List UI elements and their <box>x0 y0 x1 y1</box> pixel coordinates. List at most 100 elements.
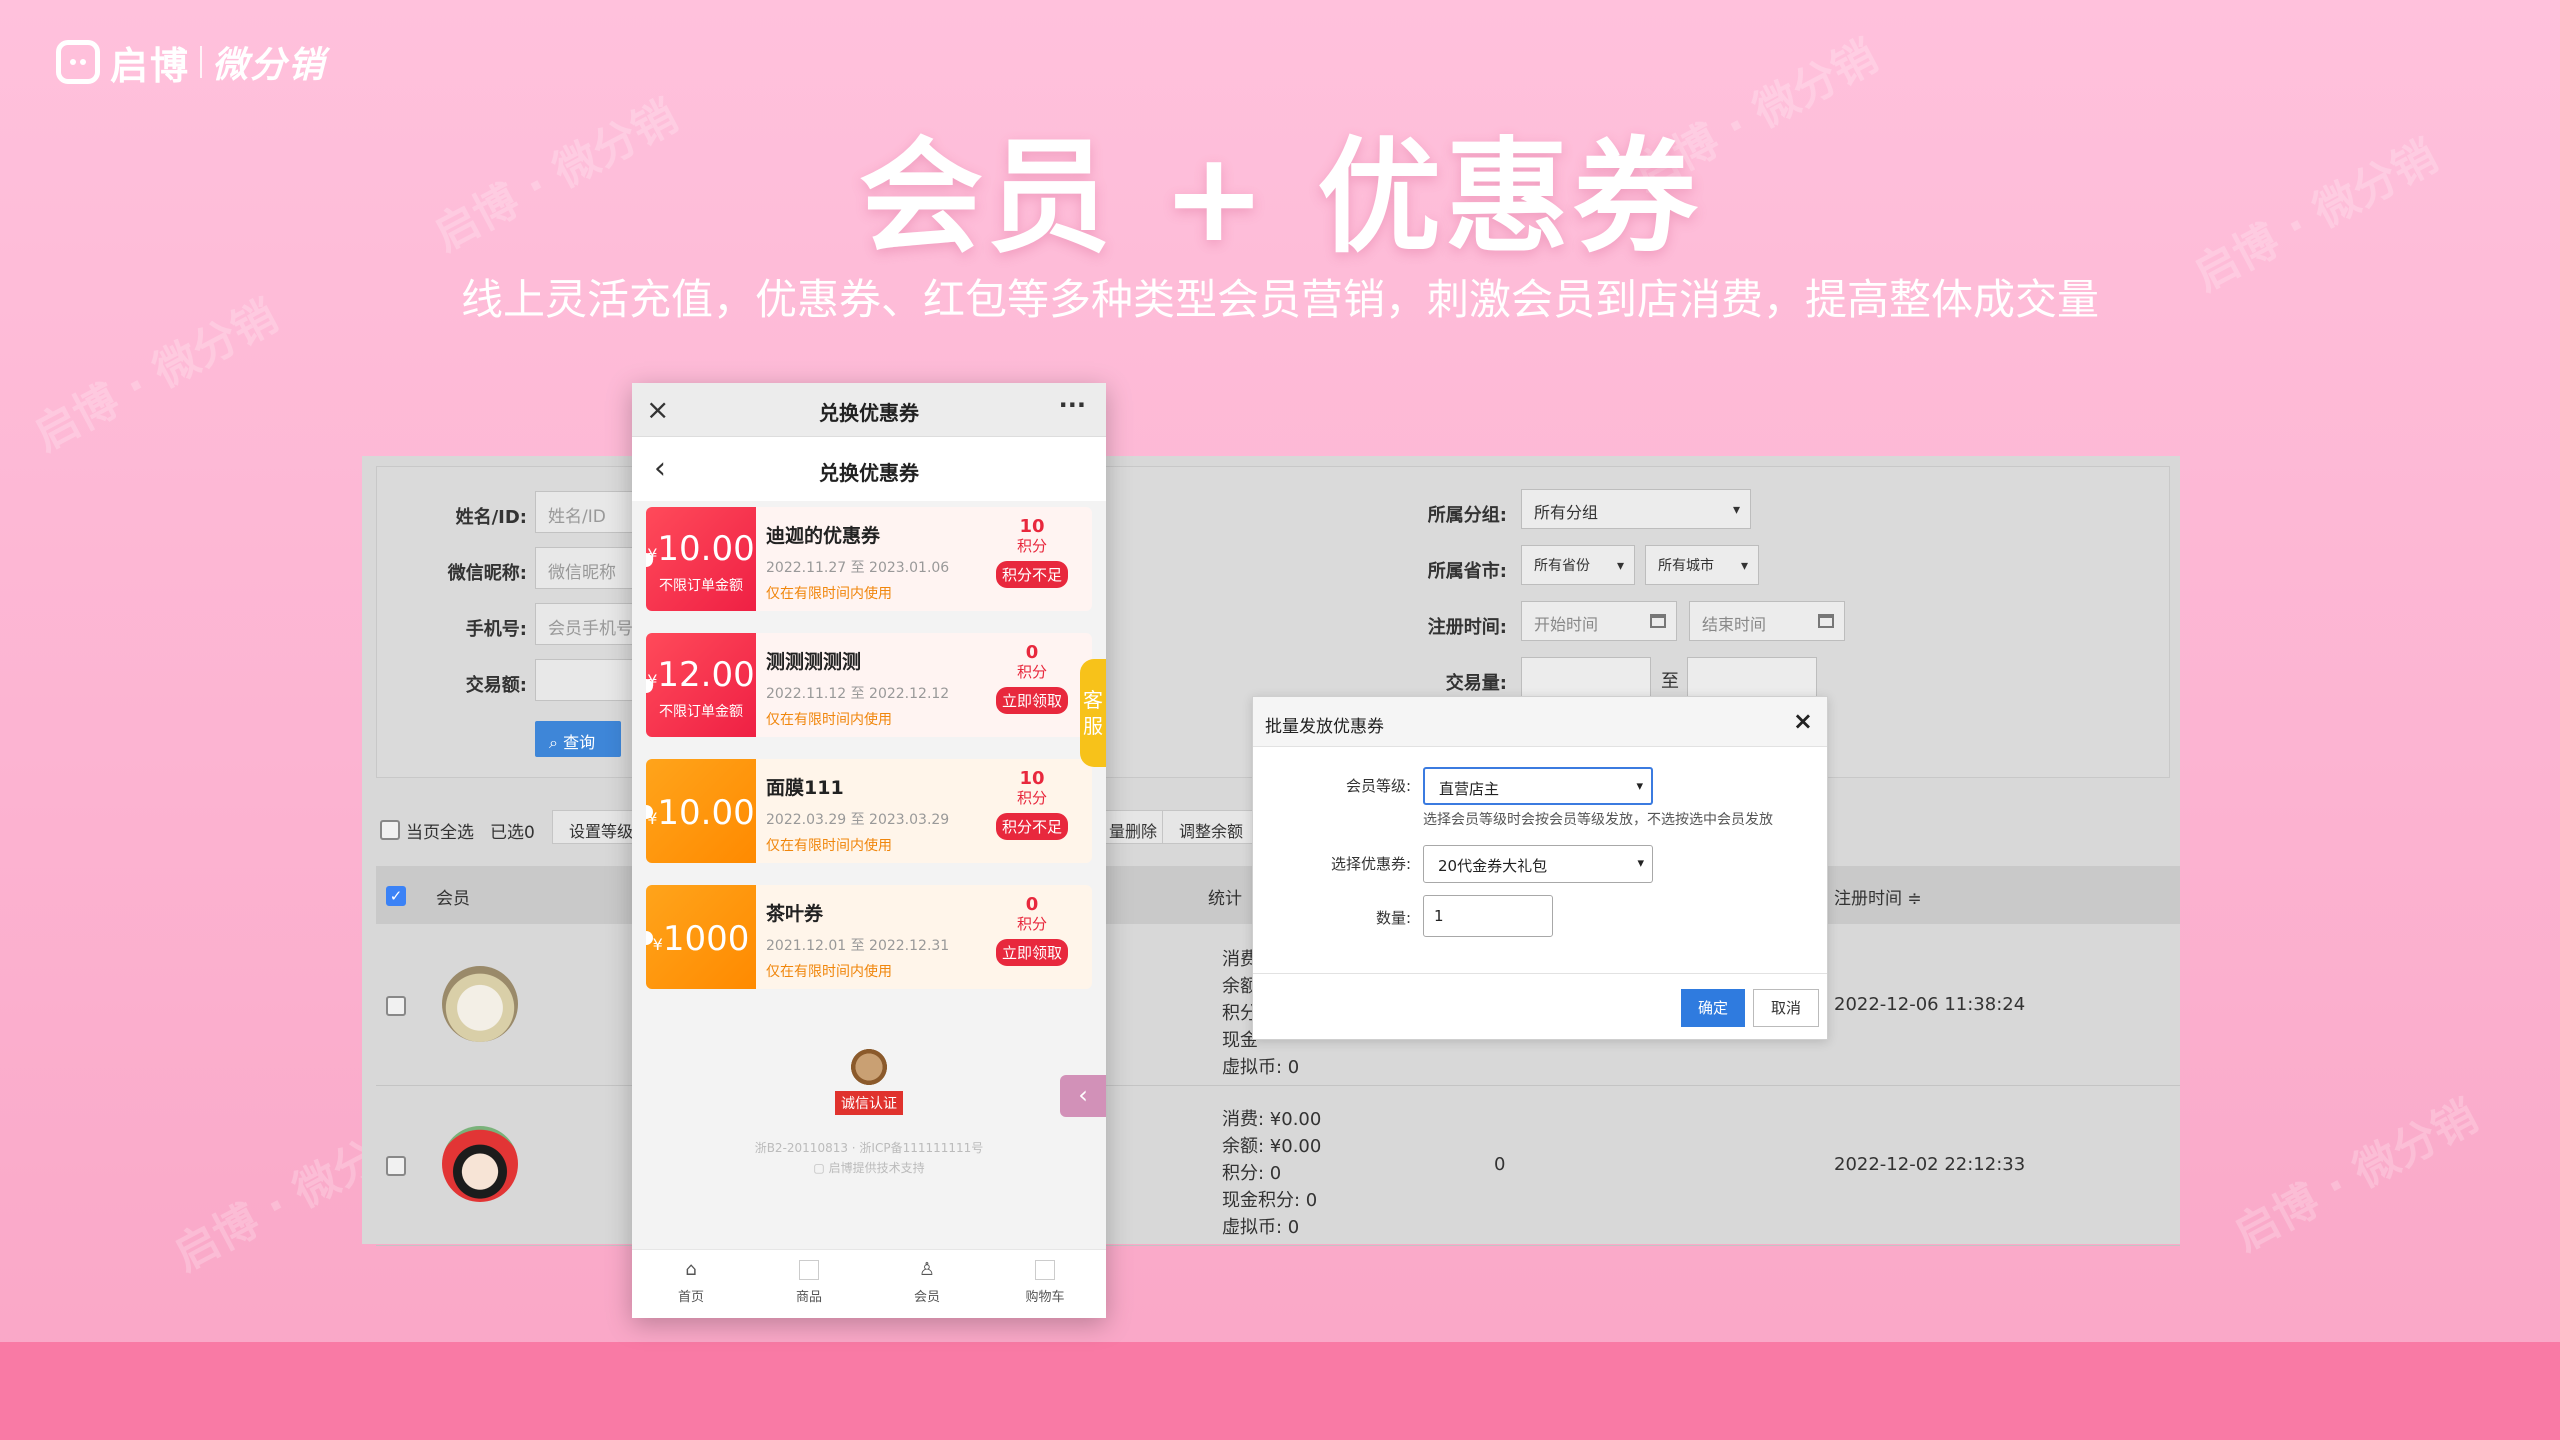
hero-title: 会员 + 优惠券 <box>858 126 1702 270</box>
dialog-divider <box>1253 973 1827 974</box>
coupon-date: 2022.03.29 至 2023.03.29 <box>766 812 950 828</box>
coupon-points: 0 积分 立即领取 <box>992 895 1072 966</box>
confirm-button[interactable]: 确定 <box>1681 989 1745 1027</box>
reg-time: 2022-12-02 22:12:33 <box>1834 1154 2026 1175</box>
coupon-limit: 仅在有限时间内使用 <box>766 712 892 728</box>
webview-titlebar: × 兑换优惠券 ··· <box>632 383 1106 437</box>
cancel-button[interactable]: 取消 <box>1753 989 1819 1027</box>
chevron-down-icon: ▾ <box>1616 558 1624 574</box>
select-page-label: 当页全选 <box>406 823 474 843</box>
brand-name: 启博 <box>110 43 191 88</box>
tab-cart[interactable]: 购物车 <box>986 1260 1104 1305</box>
certification-badge: 诚信认证 <box>632 1047 1106 1115</box>
support-text: ▢ 启博提供技术支持 <box>813 1161 925 1175</box>
tab-products[interactable]: 商品 <box>750 1260 868 1305</box>
trade-min-input[interactable] <box>1521 657 1651 697</box>
coupon-card[interactable]: ¥1000 茶叶券 2021.12.01 至 2022.12.31 仅在有限时间… <box>646 885 1092 989</box>
region-label: 所属省市: <box>1427 561 1507 582</box>
group-label: 所属分组: <box>1427 505 1507 526</box>
level-select[interactable]: 直营店主 ▾ <box>1423 767 1653 805</box>
shield-icon: ▢ <box>813 1161 825 1175</box>
avatar <box>442 966 518 1042</box>
coupon-points: 10 积分 积分不足 <box>992 769 1072 840</box>
coupon-date: 2022.11.27 至 2023.01.06 <box>766 560 950 576</box>
coupon-card[interactable]: ¥10.00 面膜111 2022.03.29 至 2023.03.29 仅在有… <box>646 759 1092 863</box>
calendar-icon <box>1650 614 1666 628</box>
dialog-title: 批量发放优惠券 <box>1265 717 1384 737</box>
wechat-label: 微信昵称: <box>447 563 527 584</box>
close-icon[interactable]: × <box>1793 707 1813 735</box>
column-reg-time[interactable]: 注册时间 ≑ <box>1834 884 1922 909</box>
user-icon: ♙ <box>918 1259 936 1280</box>
select-page-checkbox[interactable] <box>380 820 400 840</box>
mobile-coupon-page: × 兑换优惠券 ··· ‹ 兑换优惠券 ¥10.00 不限订单金额 迪迦的优惠券… <box>632 383 1106 1318</box>
chevron-down-icon: ▾ <box>1636 779 1643 794</box>
more-icon[interactable]: ··· <box>1059 391 1086 419</box>
coupon-limit: 仅在有限时间内使用 <box>766 964 892 980</box>
search-icon: ⌕ <box>549 733 558 752</box>
group-select[interactable]: 所有分组 ▾ <box>1521 489 1751 529</box>
coupon-limit: 仅在有限时间内使用 <box>766 838 892 854</box>
coupon-limit: 仅在有限时间内使用 <box>766 586 892 602</box>
brand-logo: 启博 微分销 <box>56 36 326 88</box>
column-member: 会员 <box>436 889 470 909</box>
coupon-amount-panel: ¥10.00 <box>646 759 756 863</box>
coupon-name: 迪迦的优惠券 <box>766 525 881 547</box>
coupon-date: 2021.12.01 至 2022.12.31 <box>766 938 950 954</box>
coupon-label: 选择优惠券: <box>1330 855 1411 873</box>
coupon-points: 0 积分 立即领取 <box>992 643 1072 714</box>
icp-text: 浙B2-20110813 · 浙ICP备111111111号 <box>754 1141 984 1155</box>
end-date-input[interactable]: 结束时间 <box>1689 601 1845 641</box>
tiger-icon <box>847 1047 891 1087</box>
query-button[interactable]: ⌕ 查询 <box>535 721 621 757</box>
province-select[interactable]: 所有省份 ▾ <box>1521 545 1635 585</box>
window-title: 兑换优惠券 <box>819 401 919 425</box>
cart-icon <box>1035 1260 1055 1280</box>
calendar-icon <box>1818 614 1834 628</box>
coupon-amount-panel: ¥10.00 不限订单金额 <box>646 507 756 611</box>
product-name: 微分销 <box>212 45 327 86</box>
reg-time: 2022-12-06 11:38:24 <box>1834 994 2026 1015</box>
quantity-input[interactable]: 1 <box>1423 895 1553 937</box>
claim-button[interactable]: 立即领取 <box>995 687 1068 714</box>
page-title: 兑换优惠券 <box>819 461 919 485</box>
start-date-input[interactable]: 开始时间 <box>1521 601 1677 641</box>
hero-subtitle: 线上灵活充值，优惠券、红包等多种类型会员营销，刺激会员到店消费，提高整体成交量 <box>460 275 2099 324</box>
coupon-points: 10 积分 积分不足 <box>992 517 1072 588</box>
logo-divider <box>200 46 203 78</box>
batch-coupon-dialog: 批量发放优惠券 × 会员等级: 直营店主 ▾ 选择会员等级时会按会员等级发放，不选… <box>1252 696 1828 1040</box>
customer-service-tab[interactable]: 客服 <box>1080 659 1106 767</box>
claim-button[interactable]: 立即领取 <box>995 939 1068 966</box>
coupon-select[interactable]: 20代金券大礼包 ▾ <box>1423 845 1653 883</box>
home-icon: ⌂ <box>685 1259 697 1280</box>
trade-count-label: 交易量: <box>1445 673 1507 694</box>
insufficient-points-button[interactable]: 积分不足 <box>995 561 1068 588</box>
insufficient-points-button[interactable]: 积分不足 <box>995 813 1068 840</box>
coupon-amount-panel: ¥12.00 不限订单金额 <box>646 633 756 737</box>
column-stats: 统计 <box>1208 889 1242 909</box>
coupon-card[interactable]: ¥10.00 不限订单金额 迪迦的优惠券 2022.11.27 至 2023.0… <box>646 507 1092 611</box>
quantity-label: 数量: <box>1375 909 1411 927</box>
coupon-name: 测测测测测 <box>766 651 862 673</box>
chevron-down-icon: ▾ <box>1740 558 1748 574</box>
logo-icon <box>56 40 100 84</box>
chevron-down-icon: ▾ <box>1637 856 1644 871</box>
cert-label: 诚信认证 <box>835 1091 903 1115</box>
row-checkbox[interactable] <box>386 996 406 1016</box>
city-select[interactable]: 所有城市 ▾ <box>1645 545 1759 585</box>
tab-member[interactable]: ♙ 会员 <box>868 1259 986 1306</box>
member-stats: 消费: ¥0.00 余额: ¥0.00 积分: 0 现金积分: 0 虚拟币: 0 <box>1222 1109 1322 1238</box>
coupon-amount: 1000 <box>662 919 750 959</box>
coupon-date: 2022.11.12 至 2022.12.12 <box>766 686 950 702</box>
row-checkbox[interactable] <box>386 1156 406 1176</box>
selected-count: 已选0 <box>490 823 535 843</box>
trade-max-input[interactable] <box>1687 657 1817 697</box>
adjust-balance-button[interactable]: 调整余额 <box>1162 810 1261 844</box>
select-all-checkbox[interactable]: ✓ <box>386 886 406 906</box>
level-hint: 选择会员等级时会按会员等级发放，不选按选中会员发放 <box>1423 812 1773 828</box>
range-separator: 至 <box>1661 671 1679 692</box>
phone-label: 手机号: <box>465 619 527 640</box>
avatar <box>442 1126 518 1202</box>
tab-home[interactable]: ⌂ 首页 <box>632 1259 750 1306</box>
coupon-card[interactable]: ¥12.00 不限订单金额 测测测测测 2022.11.12 至 2022.12… <box>646 633 1092 737</box>
